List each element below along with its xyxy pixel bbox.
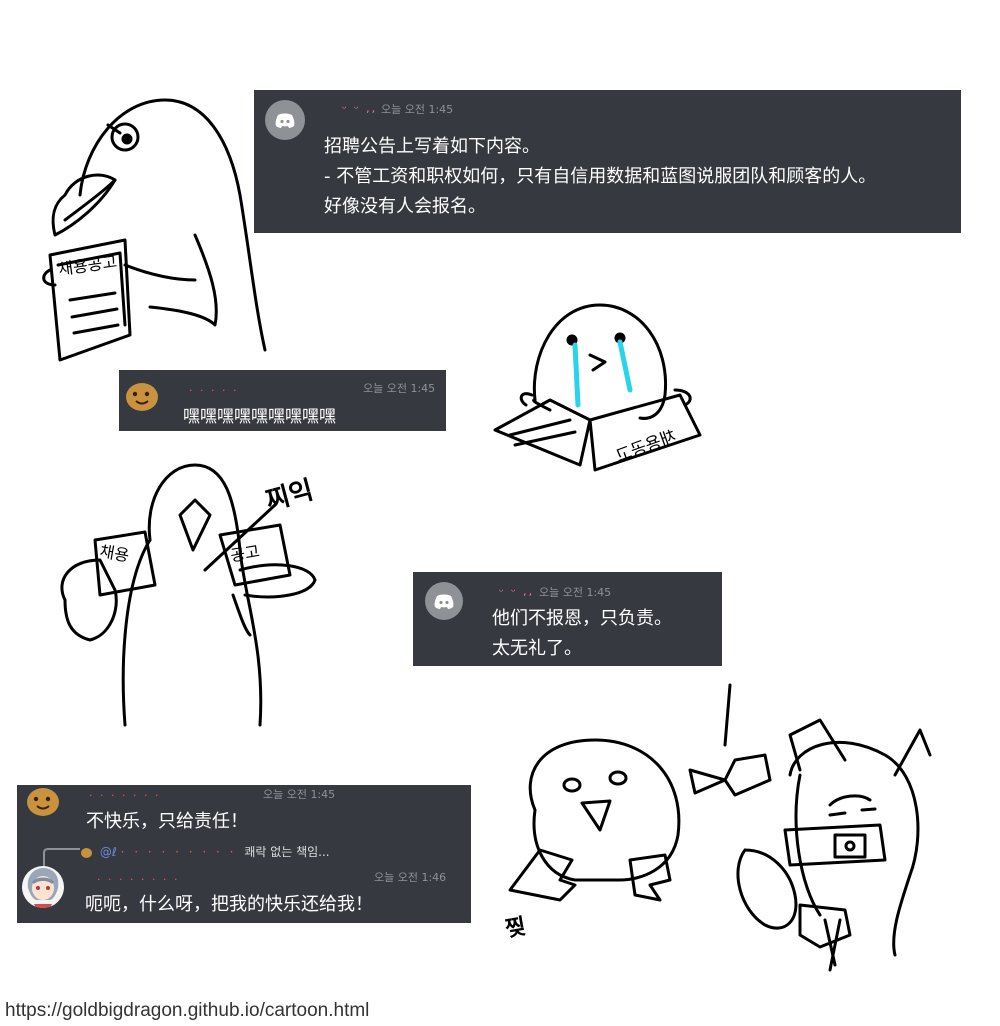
blob-and-foxgirl-doodle [508,683,932,972]
cookie-avatar [125,382,159,412]
message-line: - 不管工资和职权如何，只有自信用数据和蓝图说服团队和顾客的人。 [324,166,877,187]
discord-logo-icon [425,582,463,620]
crying-blob-doodle [493,303,702,472]
reply-text: 쾌락 없는 책임... [244,845,330,859]
chat-message-3: ᵕ ᵕ ,, 오늘 오전 1:45 他们不报恩，只负责。 太无礼了。 [413,572,722,666]
notice-label-tear-left: 채용 [98,541,131,566]
bird-holding-notice-doodle [42,98,267,362]
cookie-mini-avatar-icon [81,847,92,858]
message-line: 他们不报恩，只负责。 [492,608,672,629]
message-body: 他们不报恩，只负责。 太无礼了。 [492,604,672,664]
reply-preview: @ℓ · · · · · · · · · 쾌락 없는 책임... [81,843,330,860]
reply-username-redacted: · · · · · · · · · [120,845,237,859]
message-line: 招聘公告上写着如下内容。 [324,136,540,157]
anime-girl-avatar [22,866,64,908]
message-line: 太无礼了。 [492,638,582,659]
message-body: 招聘公告上写着如下内容。 - 不管工资和职权如何，只有自信用数据和蓝图说服团队和… [324,132,876,222]
username: ᵕ ᵕ ,, [499,585,535,598]
message-body: 呃呃，什么呀，把我的快乐还给我！ [85,894,373,915]
notice-label-tear-right: 공고 [228,541,262,566]
source-url-footer[interactable]: https://goldbigdragon.github.io/cartoon.… [5,1000,369,1022]
username: · · · · · · · · [97,873,180,886]
message-body: 嘿嘿嘿嘿嘿嘿嘿嘿嘿 [183,407,336,427]
chat-message-4-5: · · · · · · · 오늘 오전 1:45 不快乐，只给责任！ @ℓ · … [17,785,471,923]
message-body: 不快乐，只给责任！ [86,811,248,832]
chat-message-2: · · · · · 오늘 오전 1:45 嘿嘿嘿嘿嘿嘿嘿嘿嘿 [119,370,446,431]
message-timestamp: 오늘 오전 1:45 [381,103,454,116]
message-timestamp: 오늘 오전 1:46 [374,871,447,884]
message-timestamp: 오늘 오전 1:45 [363,382,436,395]
chat-message-1: ᵕ ᵕ ,, 오늘 오전 1:45 招聘公告上写着如下内容。 - 不管工资和职权… [254,90,961,233]
reply-mention[interactable]: @ℓ [100,845,117,859]
message-timestamp: 오늘 오전 1:45 [263,788,336,801]
cookie-avatar [25,787,61,817]
username: · · · · · [189,384,239,397]
message-timestamp: 오늘 오전 1:45 [539,586,612,599]
username: · · · · · · · [89,789,161,802]
message-line: 好像没有人会报名。 [324,196,486,217]
discord-logo-icon [265,100,305,140]
username: ᵕ ᵕ ,, [342,102,378,115]
